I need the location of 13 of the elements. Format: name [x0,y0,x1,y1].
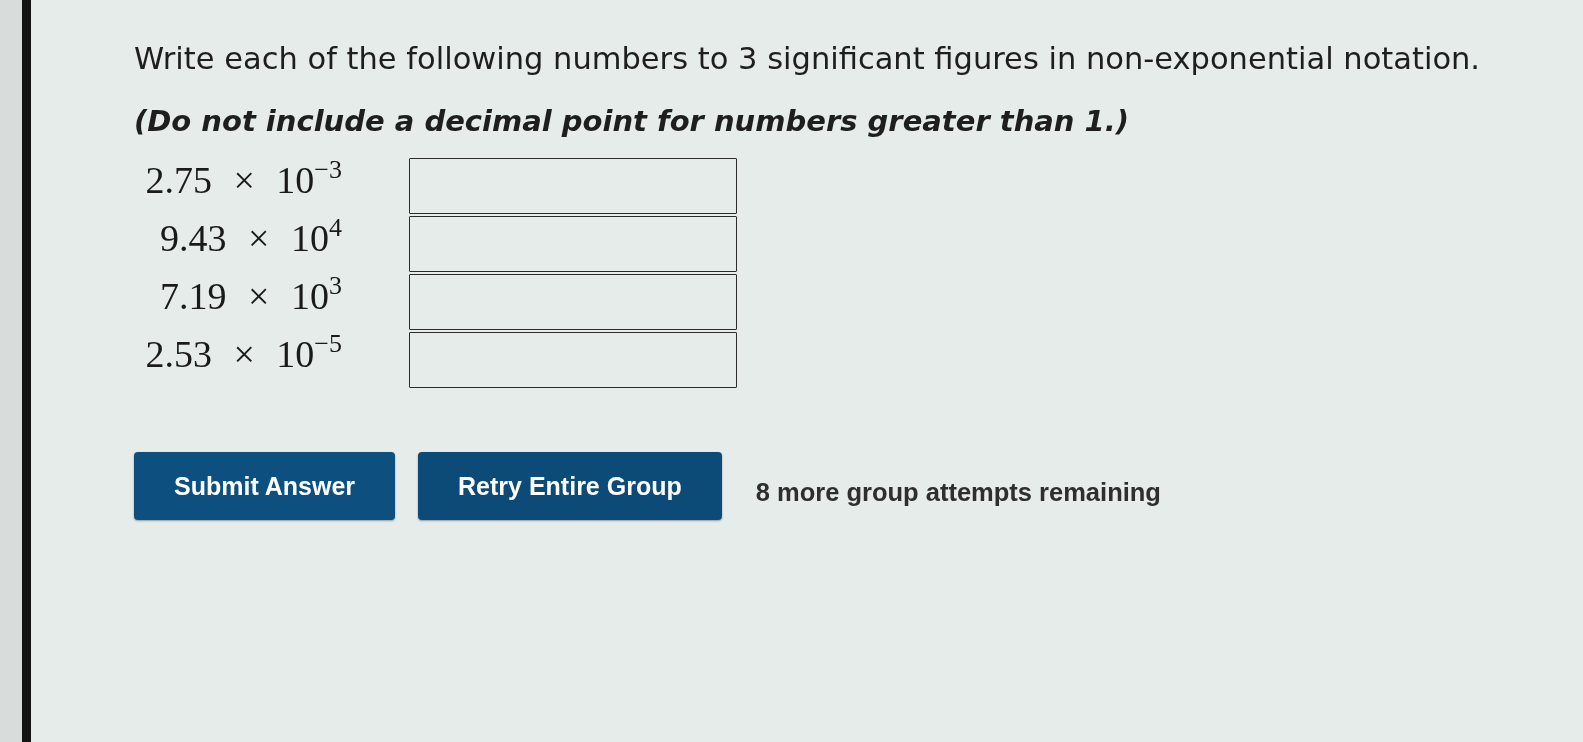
answer-box[interactable] [409,216,737,272]
number-expression: 2.53 × 10$^{−5}$ [145,330,342,377]
number-expression: 2.75 × 10$^{−3}$ [145,156,342,203]
attempts-text: 8 more group attempts remaining [755,477,1161,507]
answer-box[interactable] [409,274,737,330]
number-expression: 9.43 × 10$^{4}$ [160,214,342,261]
retry-button[interactable]: Retry Entire Group [418,452,722,520]
number-expression: 7.19 × 10$^{3}$ [160,272,342,319]
instruction-text: Write each of the following numbers to 3 significant figures in non-exponential notation. [134,40,1481,78]
answer-box[interactable] [409,332,737,388]
note-text: (Do not include a decimal point for numbers greater than 1.) [134,103,1131,140]
answer-box[interactable] [409,158,737,214]
submit-button[interactable]: Submit Answer [134,452,396,520]
